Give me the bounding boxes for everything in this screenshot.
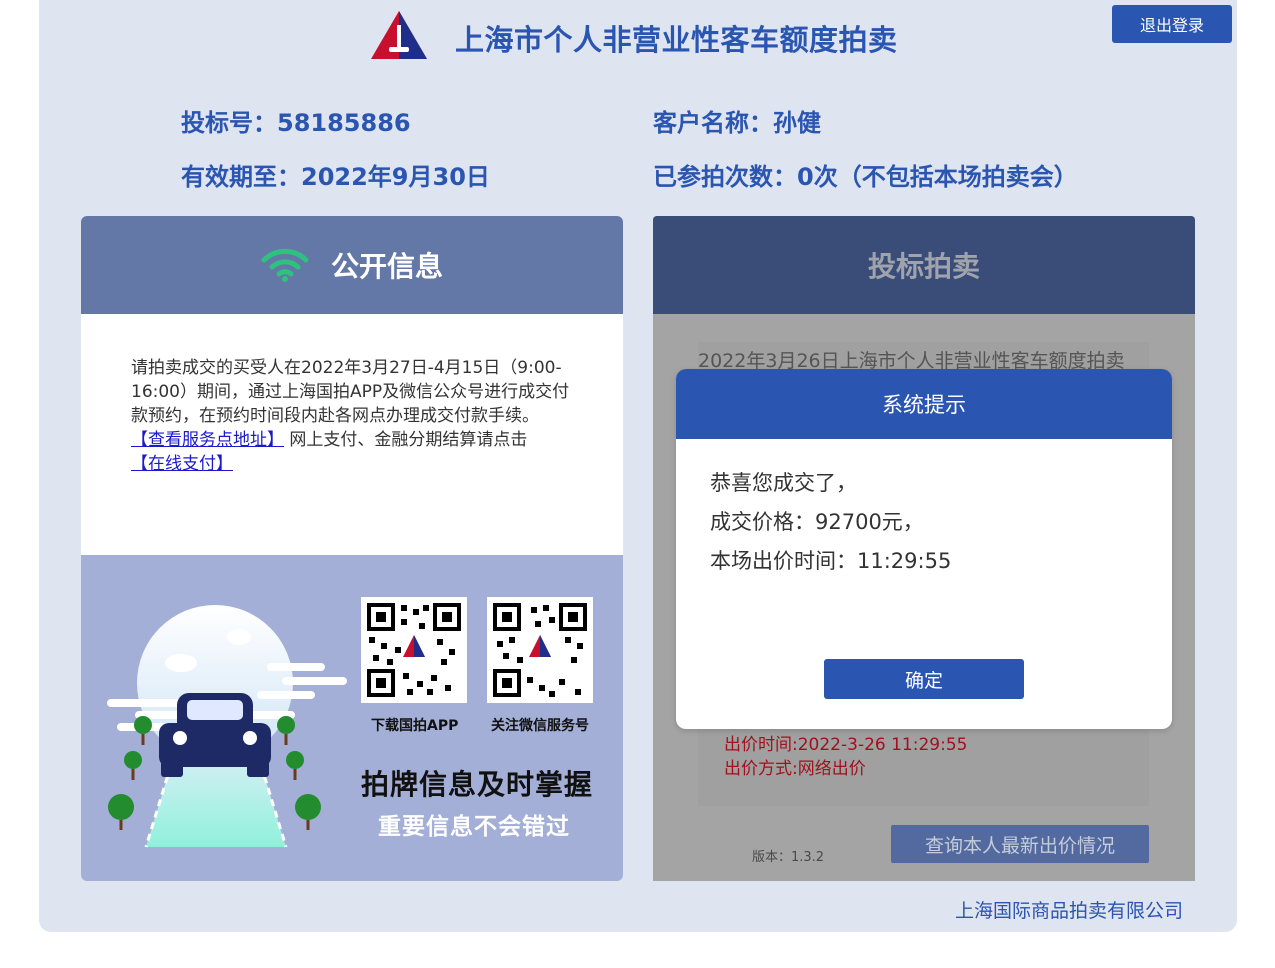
public-info-header: 公开信息 bbox=[81, 216, 623, 314]
version-label: 版本：1.3.2 bbox=[752, 850, 825, 865]
company-name: 上海国际商品拍卖有限公司 bbox=[955, 900, 1184, 922]
logout-button[interactable]: 退出登录 bbox=[1112, 5, 1232, 43]
page-title: 上海市个人非营业性客车额度拍卖 bbox=[455, 23, 898, 57]
wifi-icon bbox=[261, 248, 309, 282]
public-info-title: 公开信息 bbox=[330, 250, 443, 283]
qr-code-wechat bbox=[487, 597, 593, 703]
notice-text: 请拍卖成交的买受人在2022年3月27日-4月15日（9:00-16:00）期间… bbox=[131, 356, 571, 476]
confirm-button[interactable]: 确定 bbox=[824, 659, 1024, 699]
qr-wechat-caption: 关注微信服务号 bbox=[491, 718, 589, 734]
notice-body: 请拍卖成交的买受人在2022年3月27日-4月15日（9:00-16:00）期间… bbox=[131, 358, 570, 426]
promo-banner: 下载国拍APP 关注微信服务号 拍牌信息及时掌握 重要信息不会错过 bbox=[81, 555, 623, 881]
attempt-count: 已参拍次数：0次（不包括本场拍卖会） bbox=[653, 163, 1078, 191]
dialog-message-congrats: 恭喜您成交了， bbox=[710, 471, 857, 495]
qr-code-app bbox=[361, 597, 467, 703]
auction-logo-icon bbox=[371, 11, 427, 59]
bid-method: 出价方式:网络出价 bbox=[724, 759, 866, 779]
dialog-title: 系统提示 bbox=[676, 369, 1172, 439]
bidding-title: 投标拍卖 bbox=[653, 216, 1195, 314]
bid-number: 投标号：58185886 bbox=[181, 109, 411, 137]
promo-slogan-main: 拍牌信息及时掌握 bbox=[361, 768, 594, 801]
qr-code-icon bbox=[493, 603, 587, 697]
dialog-message-time: 本场出价时间：11:29:55 bbox=[710, 549, 952, 573]
public-info-card: 公开信息 请拍卖成交的买受人在2022年3月27日-4月15日（9:00-16:… bbox=[81, 216, 623, 881]
bid-time: 出价时间:2022-3-26 11:29:55 bbox=[724, 735, 968, 755]
service-location-link[interactable]: 【查看服务点地址】 bbox=[131, 430, 284, 450]
qr-code-icon bbox=[367, 603, 461, 697]
valid-until: 有效期至：2022年9月30日 bbox=[181, 163, 490, 191]
promo-slogan-sub: 重要信息不会错过 bbox=[378, 814, 570, 840]
online-pay-link[interactable]: 【在线支付】 bbox=[131, 454, 233, 474]
system-alert-dialog: 系统提示 恭喜您成交了， 成交价格：92700元， 本场出价时间：11:29:5… bbox=[676, 369, 1172, 729]
customer-name: 客户名称：孙健 bbox=[653, 109, 821, 137]
qr-app-caption: 下载国拍APP bbox=[371, 718, 459, 734]
car-road-illustration bbox=[107, 605, 347, 848]
online-pay-text: 网上支付、金融分期结算请点击 bbox=[284, 430, 528, 450]
query-latest-bid-button[interactable]: 查询本人最新出价情况 bbox=[891, 825, 1149, 863]
dialog-message-price: 成交价格：92700元， bbox=[710, 510, 924, 534]
